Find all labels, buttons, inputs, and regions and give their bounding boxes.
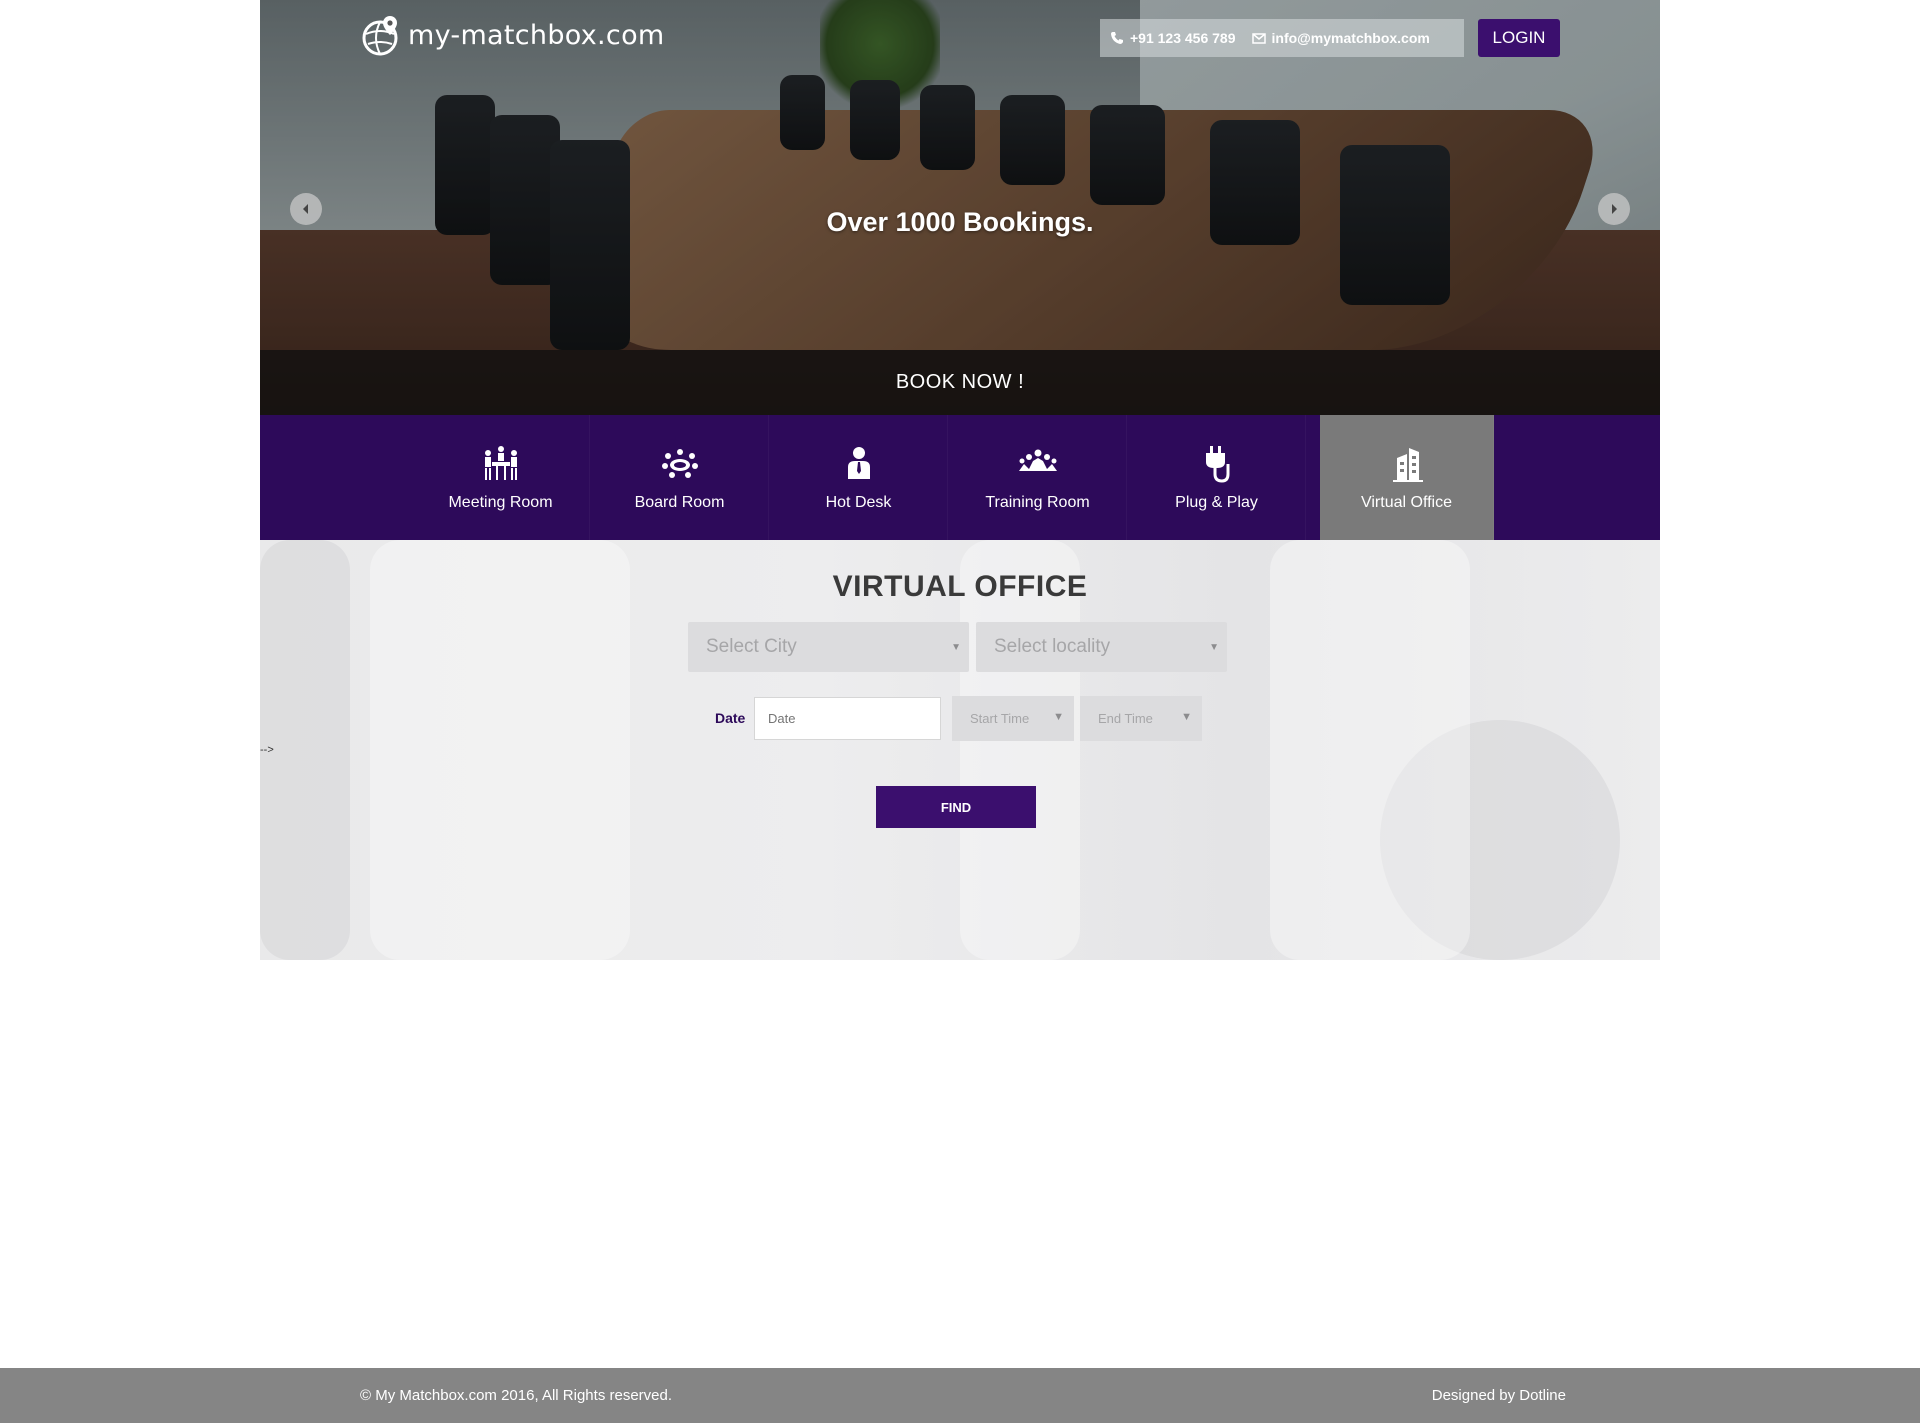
hot-desk-icon <box>847 446 870 479</box>
category-label: Board Room <box>634 493 725 511</box>
search-panel: VIRTUAL OFFICE Select City ▼ Select loca… <box>260 540 1660 960</box>
city-select-placeholder: Select City <box>706 636 797 657</box>
dropdown-arrow-icon: ▼ <box>1181 711 1192 723</box>
footer: © My Matchbox.com 2016, All Rights reser… <box>0 1368 1920 1423</box>
find-button[interactable]: FIND <box>876 786 1036 828</box>
start-time-select[interactable]: Start Time ▼ <box>952 696 1074 741</box>
category-hot-desk[interactable]: Hot Desk <box>770 415 948 540</box>
category-meeting-room[interactable]: Meeting Room <box>412 415 590 540</box>
category-label: Plug & Play <box>1175 493 1258 511</box>
training-room-icon <box>1018 449 1057 471</box>
category-label: Virtual Office <box>1360 493 1452 511</box>
category-virtual-office[interactable]: Virtual Office <box>1320 415 1494 540</box>
site-logo[interactable]: my-matchbox.com <box>360 14 665 56</box>
email-contact[interactable]: info@mymatchbox.com <box>1251 30 1430 46</box>
category-label: Training Room <box>985 493 1090 511</box>
locality-select[interactable]: Select locality ▼ <box>976 622 1227 672</box>
category-training-room[interactable]: Training Room <box>949 415 1127 540</box>
plug-icon <box>1205 445 1229 483</box>
start-time-label: Start Time <box>970 711 1030 726</box>
locality-select-placeholder: Select locality <box>994 636 1111 657</box>
hero-headline: Over 1000 Bookings. <box>826 207 1094 237</box>
contact-info-bar: +91 123 456 789 info@mymatchbox.com <box>1100 19 1464 57</box>
category-board-room[interactable]: Board Room <box>591 415 769 540</box>
page: my-matchbox.com +91 123 456 789 info@mym… <box>0 0 1920 1423</box>
globe-pin-icon <box>362 16 398 56</box>
dropdown-arrow-icon: ▼ <box>1053 711 1064 723</box>
hero-slider: my-matchbox.com +91 123 456 789 info@mym… <box>260 0 1660 415</box>
end-time-select[interactable]: End Time ▼ <box>1080 696 1202 741</box>
end-time-label: End Time <box>1098 711 1153 726</box>
section-title: VIRTUAL OFFICE <box>832 570 1088 603</box>
board-room-icon <box>661 448 698 478</box>
building-icon <box>1392 447 1423 482</box>
phone-contact[interactable]: +91 123 456 789 <box>1110 30 1236 46</box>
dropdown-arrow-icon: ▼ <box>951 642 961 653</box>
city-select[interactable]: Select City ▼ <box>688 622 969 672</box>
date-input[interactable] <box>754 697 941 740</box>
category-label: Hot Desk <box>825 493 892 511</box>
book-now-label: BOOK NOW ! <box>895 371 1025 393</box>
phone-number: +91 123 456 789 <box>1130 30 1236 46</box>
logo-text: my-matchbox.com <box>408 19 665 51</box>
dropdown-arrow-icon: ▼ <box>1209 642 1219 653</box>
book-now-bar[interactable]: BOOK NOW ! <box>260 350 1660 415</box>
designer-credit[interactable]: Designed by Dotline <box>1432 1387 1566 1404</box>
category-nav: Meeting Room Board Room Hot Desk Trainin… <box>260 415 1660 540</box>
envelope-icon <box>1251 33 1266 44</box>
category-label: Meeting Room <box>448 493 553 511</box>
stray-text: --> <box>260 744 274 756</box>
copyright-text: © My Matchbox.com 2016, All Rights reser… <box>360 1387 673 1404</box>
login-button[interactable]: LOGIN <box>1478 19 1560 57</box>
email-address: info@mymatchbox.com <box>1271 30 1430 46</box>
phone-icon <box>1111 32 1123 44</box>
meeting-room-icon <box>484 445 517 480</box>
category-plug-and-play[interactable]: Plug & Play <box>1128 415 1306 540</box>
date-label: Date <box>715 710 746 726</box>
